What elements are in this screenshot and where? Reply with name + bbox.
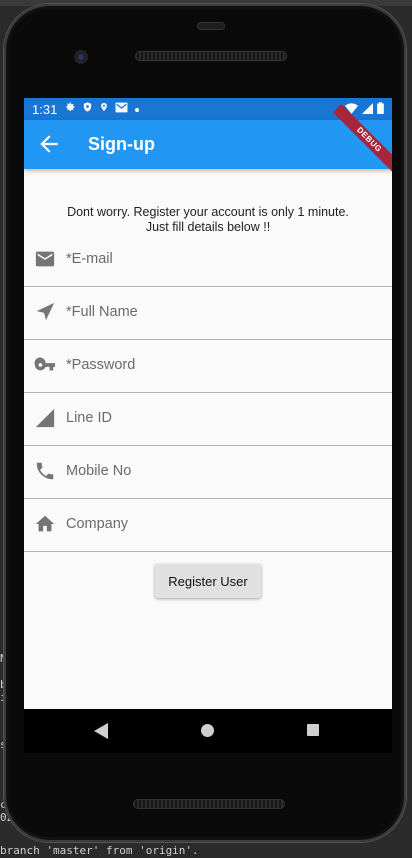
ide-bottom-text: branch 'master' from 'origin'. bbox=[0, 844, 199, 857]
email-field[interactable] bbox=[66, 246, 376, 272]
app-bar: Sign-up DEBUG bbox=[24, 103, 392, 177]
status-time: 1:31 bbox=[32, 102, 58, 117]
line-id-field[interactable] bbox=[66, 405, 376, 431]
top-speaker bbox=[135, 51, 287, 61]
register-user-button[interactable]: Register User bbox=[155, 564, 261, 598]
company-row bbox=[24, 499, 392, 552]
email-row bbox=[24, 234, 392, 287]
dot-icon bbox=[134, 101, 140, 116]
top-sensor bbox=[197, 22, 225, 30]
password-row bbox=[24, 340, 392, 393]
battery-icon bbox=[377, 102, 384, 117]
settings-icon bbox=[64, 101, 76, 116]
triangle-back-icon bbox=[94, 723, 108, 739]
signup-form bbox=[24, 234, 392, 552]
signal-triangle-icon bbox=[34, 407, 56, 429]
mobile-row bbox=[24, 446, 392, 499]
password-field[interactable] bbox=[66, 352, 376, 378]
full-name-row bbox=[24, 287, 392, 340]
page-title: Sign-up bbox=[88, 134, 155, 154]
android-nav-bar bbox=[24, 709, 392, 753]
phone-icon bbox=[34, 460, 56, 482]
intro-line-1: Dont worry. Register your account is onl… bbox=[67, 205, 349, 219]
nav-back-button[interactable] bbox=[94, 723, 108, 744]
email-icon bbox=[34, 248, 56, 270]
gmail-icon bbox=[115, 101, 128, 116]
mobile-field[interactable] bbox=[66, 458, 376, 484]
key-icon bbox=[34, 354, 56, 376]
arrow-back-icon bbox=[40, 135, 58, 153]
home-icon bbox=[34, 513, 56, 535]
intro-line-2: Just fill details below !! bbox=[145, 220, 271, 234]
navigation-icon bbox=[34, 301, 56, 323]
nav-home-button[interactable] bbox=[201, 724, 214, 737]
full-name-field[interactable] bbox=[66, 299, 376, 325]
back-button[interactable] bbox=[36, 131, 62, 157]
signal-icon bbox=[362, 102, 373, 117]
line-id-row bbox=[24, 393, 392, 446]
nav-recents-button[interactable] bbox=[307, 724, 319, 736]
location-icon bbox=[99, 101, 109, 116]
bottom-speaker bbox=[133, 799, 285, 809]
intro-text: Dont worry. Register your account is onl… bbox=[24, 205, 392, 235]
front-camera bbox=[74, 50, 88, 64]
app-screen: 1:31 Sign-up DEBUG Dont worry. Register … bbox=[24, 98, 392, 709]
company-field[interactable] bbox=[66, 511, 376, 537]
shield-icon bbox=[82, 101, 93, 116]
